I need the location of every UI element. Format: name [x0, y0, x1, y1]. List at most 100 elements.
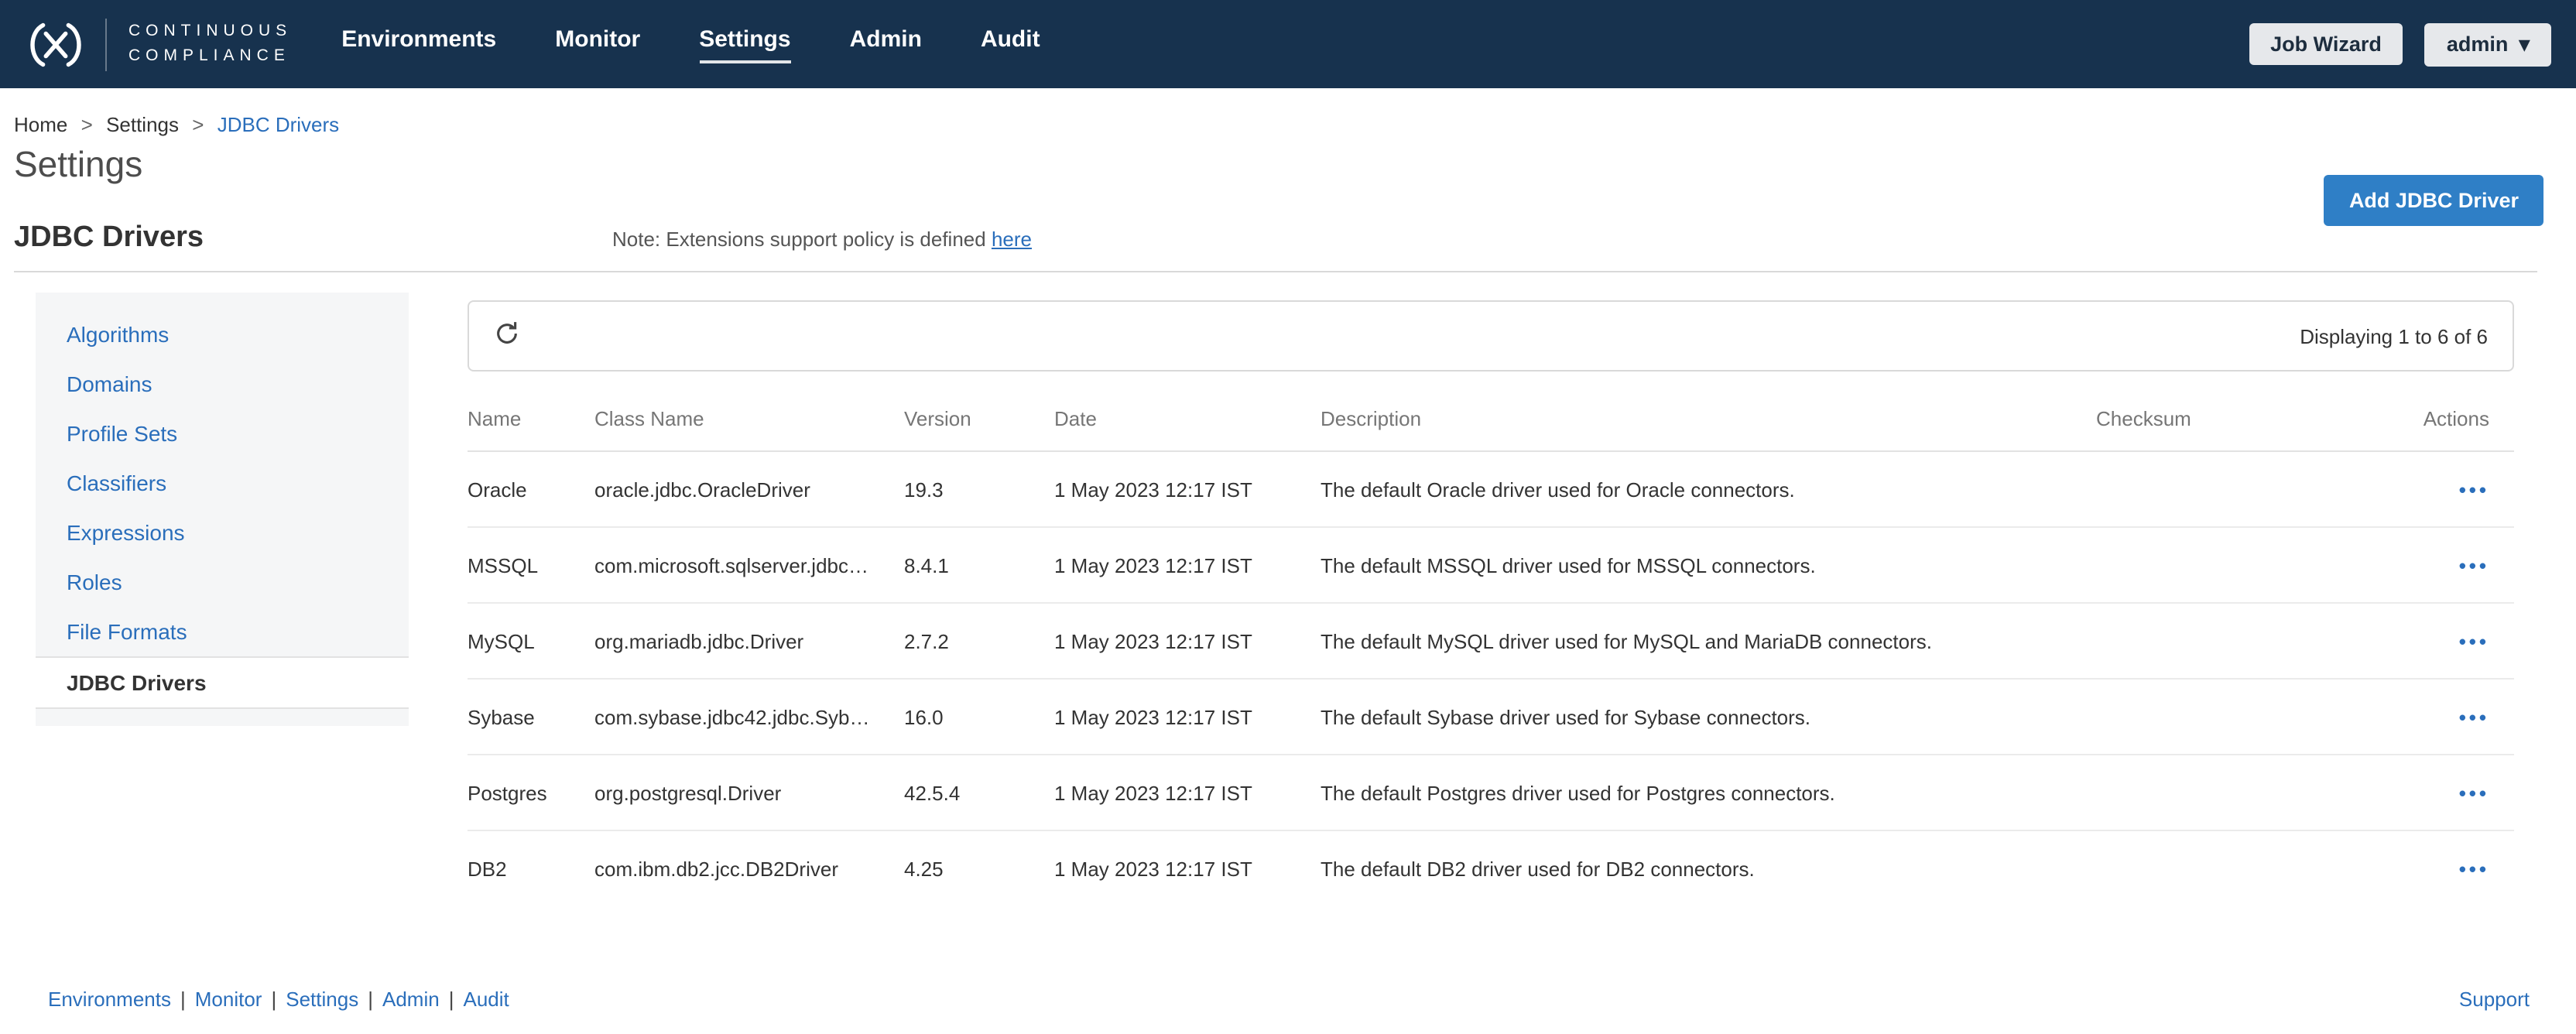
cell-name: Oracle: [468, 478, 594, 501]
cell-version: 19.3: [904, 478, 1054, 501]
cell-class-name: com.sybase.jdbc42.jdbc.Syb…: [594, 705, 904, 728]
page-title: Settings: [14, 144, 2576, 186]
table-row: Sybase com.sybase.jdbc42.jdbc.Syb… 16.0 …: [468, 680, 2514, 755]
cell-name: DB2: [468, 858, 594, 881]
footer-links: Environments | Monitor | Settings | Admi…: [48, 988, 509, 1011]
footer-link[interactable]: Settings: [286, 988, 358, 1011]
settings-sidebar: Algorithms Domains Profile Sets Classifi…: [36, 293, 409, 726]
pagination-status: Displaying 1 to 6 of 6: [2300, 324, 2488, 348]
nav-item[interactable]: Admin: [850, 26, 922, 63]
table-header-row: Name Class Name Version Date Description…: [468, 398, 2514, 452]
cell-date: 1 May 2023 12:17 IST: [1054, 705, 1321, 728]
cell-description: The default Sybase driver used for Sybas…: [1321, 705, 2096, 728]
sidebar-item[interactable]: Domains: [36, 359, 409, 409]
support-link[interactable]: Support: [2459, 988, 2530, 1011]
footer-link[interactable]: Audit: [464, 988, 509, 1011]
sidebar-item[interactable]: File Formats: [36, 607, 409, 656]
footer-link[interactable]: Environments: [48, 988, 171, 1011]
cell-class-name: org.postgresql.Driver: [594, 781, 904, 804]
content-area: Algorithms Domains Profile Sets Classifi…: [0, 293, 2576, 988]
row-actions-menu-icon[interactable]: •••: [2459, 781, 2489, 804]
cell-description: The default Postgres driver used for Pos…: [1321, 781, 2096, 804]
cell-actions: •••: [2404, 478, 2514, 501]
cell-version: 42.5.4: [904, 781, 1054, 804]
row-actions-menu-icon[interactable]: •••: [2459, 629, 2489, 652]
note-here-link[interactable]: here: [992, 228, 1032, 251]
cell-date: 1 May 2023 12:17 IST: [1054, 553, 1321, 577]
breadcrumb-separator: >: [192, 113, 204, 136]
cell-version: 8.4.1: [904, 553, 1054, 577]
footer-separator: |: [368, 988, 373, 1011]
cell-class-name: org.mariadb.jdbc.Driver: [594, 629, 904, 652]
breadcrumb-jdbc-drivers[interactable]: JDBC Drivers: [218, 113, 339, 136]
cell-class-name: com.microsoft.sqlserver.jdbc…: [594, 553, 904, 577]
refresh-icon: [494, 320, 520, 351]
nav-item[interactable]: Environments: [341, 26, 496, 63]
column-header-class-name: Class Name: [594, 407, 904, 430]
nav-item[interactable]: Monitor: [555, 26, 640, 63]
cell-name: Sybase: [468, 705, 594, 728]
column-header-date: Date: [1054, 407, 1321, 430]
sidebar-item[interactable]: Roles: [36, 557, 409, 607]
brand-line-1: CONTINUOUS: [128, 20, 292, 45]
cell-date: 1 May 2023 12:17 IST: [1054, 629, 1321, 652]
refresh-button[interactable]: [494, 320, 520, 351]
job-wizard-button[interactable]: Job Wizard: [2249, 23, 2403, 65]
footer-link[interactable]: Admin: [382, 988, 440, 1011]
user-menu-label: admin: [2447, 33, 2509, 56]
add-jdbc-driver-button[interactable]: Add JDBC Driver: [2324, 175, 2543, 226]
sidebar-item[interactable]: Expressions: [36, 508, 409, 557]
app-window: CONTINUOUS COMPLIANCE Environments Monit…: [0, 0, 2576, 1034]
user-menu-button[interactable]: admin ▾: [2425, 22, 2551, 66]
cell-date: 1 May 2023 12:17 IST: [1054, 478, 1321, 501]
brand-line-2: COMPLIANCE: [128, 44, 292, 69]
section-divider: [14, 271, 2537, 272]
sidebar-item[interactable]: Profile Sets: [36, 409, 409, 458]
row-actions-menu-icon[interactable]: •••: [2459, 553, 2489, 577]
footer-separator: |: [449, 988, 454, 1011]
row-actions-menu-icon[interactable]: •••: [2459, 478, 2489, 501]
cell-version: 2.7.2: [904, 629, 1054, 652]
primary-nav: Environments Monitor Settings Admin Audi…: [341, 26, 1040, 63]
cell-date: 1 May 2023 12:17 IST: [1054, 858, 1321, 881]
extensions-note: Note: Extensions support policy is defin…: [612, 228, 1032, 251]
nav-item[interactable]: Settings: [699, 26, 790, 63]
cell-class-name: oracle.jdbc.OracleDriver: [594, 478, 904, 501]
table-row: Oracle oracle.jdbc.OracleDriver 19.3 1 M…: [468, 452, 2514, 528]
note-text: Note: Extensions support policy is defin…: [612, 228, 992, 251]
column-header-description: Description: [1321, 407, 2096, 430]
cell-actions: •••: [2404, 781, 2514, 804]
cell-name: Postgres: [468, 781, 594, 804]
sidebar-item[interactable]: Algorithms: [36, 310, 409, 359]
table-row: MSSQL com.microsoft.sqlserver.jdbc… 8.4.…: [468, 528, 2514, 604]
cell-date: 1 May 2023 12:17 IST: [1054, 781, 1321, 804]
column-header-checksum: Checksum: [2096, 407, 2404, 430]
cell-version: 16.0: [904, 705, 1054, 728]
cell-name: MySQL: [468, 629, 594, 652]
cell-version: 4.25: [904, 858, 1054, 881]
breadcrumb-separator: >: [81, 113, 93, 136]
nav-item[interactable]: Audit: [981, 26, 1040, 63]
row-actions-menu-icon[interactable]: •••: [2459, 858, 2489, 881]
cell-description: The default Oracle driver used for Oracl…: [1321, 478, 2096, 501]
footer-separator: |: [180, 988, 186, 1011]
section-header: JDBC Drivers Note: Extensions support po…: [14, 221, 2576, 255]
cell-description: The default MySQL driver used for MySQL …: [1321, 629, 2096, 652]
row-actions-menu-icon[interactable]: •••: [2459, 705, 2489, 728]
navbar-right: Job Wizard admin ▾: [2249, 22, 2551, 66]
breadcrumb-settings[interactable]: Settings: [106, 113, 179, 136]
brand-logo-icon: [25, 19, 87, 69]
breadcrumb-home[interactable]: Home: [14, 113, 67, 136]
chevron-down-icon: ▾: [2519, 32, 2530, 56]
cell-actions: •••: [2404, 629, 2514, 652]
sidebar-item[interactable]: Classifiers: [36, 458, 409, 508]
jdbc-drivers-panel: Displaying 1 to 6 of 6 Name Class Name V…: [468, 293, 2514, 907]
section-title: JDBC Drivers: [14, 221, 204, 255]
cell-actions: •••: [2404, 705, 2514, 728]
cell-description: The default MSSQL driver used for MSSQL …: [1321, 553, 2096, 577]
brand-divider: [105, 18, 107, 70]
table-row: DB2 com.ibm.db2.jcc.DB2Driver 4.25 1 May…: [468, 831, 2514, 907]
footer: Environments | Monitor | Settings | Admi…: [0, 988, 2576, 1034]
footer-link[interactable]: Monitor: [195, 988, 262, 1011]
sidebar-item[interactable]: JDBC Drivers: [36, 656, 409, 709]
